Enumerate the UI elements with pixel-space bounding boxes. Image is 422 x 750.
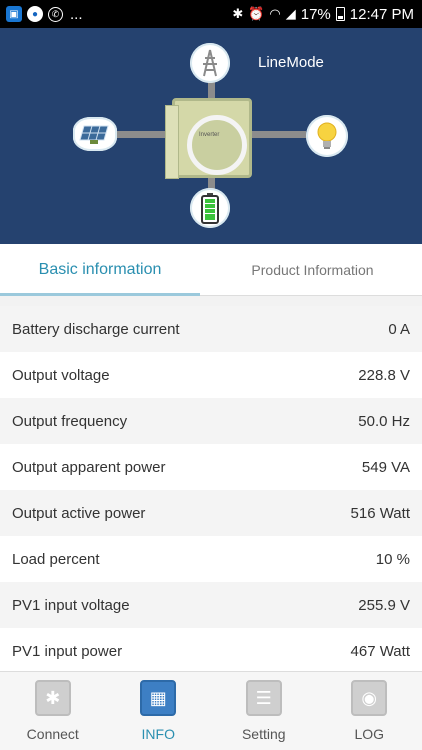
row-label: PV1 input voltage [12, 596, 130, 614]
energy-flow-diagram: Inverter LineMode [0, 28, 422, 244]
nav-label: INFO [141, 726, 175, 742]
battery-status-icon [190, 188, 230, 228]
nav-label: Connect [26, 726, 79, 742]
row-value: 516 Watt [350, 504, 410, 522]
wifi-icon: ◠ [269, 6, 281, 21]
nav-setting[interactable]: ☰ Setting [211, 672, 317, 750]
list-item: Load percent 10 % [0, 536, 422, 582]
row-label: Output active power [12, 504, 146, 522]
row-label: Load percent [12, 550, 100, 568]
list-item: PV1 input power 467 Watt [0, 628, 422, 674]
alarm-icon: ⏰ [248, 6, 265, 21]
list-item: PV1 input voltage 255.9 V [0, 582, 422, 628]
nav-label: LOG [354, 726, 385, 742]
info-chart-icon: ▦ [140, 680, 177, 716]
bottom-navigation: ✱ Connect ▦ INFO ☰ Setting ◉ LOG [0, 671, 422, 750]
row-value: 255.9 V [358, 596, 410, 614]
list-item: Battery discharge current 0 A [0, 306, 422, 352]
sliders-icon: ☰ [245, 680, 282, 716]
row-value: 467 Watt [350, 642, 410, 660]
inverter-graphic: Inverter [165, 98, 252, 179]
row-label: PV1 input power [12, 642, 123, 660]
inverter-label: Inverter [199, 132, 220, 138]
bluetooth-icon: ✱ [34, 680, 71, 716]
info-tabs: Basic information Product Information [0, 244, 422, 296]
row-value: 0 A [388, 320, 410, 338]
nav-connect[interactable]: ✱ Connect [0, 672, 106, 750]
row-label: Battery discharge current [12, 320, 180, 338]
mode-label: LineMode [258, 54, 324, 71]
row-value: 228.8 V [358, 366, 410, 384]
active-tab-indicator [0, 293, 200, 296]
solar-panel-icon [73, 117, 117, 151]
row-value: 10 % [375, 550, 410, 568]
list-item: Output apparent power 549 VA [0, 444, 422, 490]
status-bar: ▣ ● ✆ ... ✱ ⏰ ◠ ◢ 17% 12:47 PM [0, 0, 422, 28]
list-item: Output voltage 228.8 V [0, 352, 422, 398]
row-label: Output frequency [12, 412, 128, 430]
clock: 12:47 PM [349, 5, 414, 23]
row-value: 50.0 Hz [358, 412, 410, 430]
row-label: Output apparent power [12, 458, 166, 476]
tab-product-information[interactable]: Product Information [210, 244, 415, 296]
nav-log[interactable]: ◉ LOG [317, 672, 422, 750]
signal-icon: ◢ [285, 6, 296, 21]
grid-tower-icon [190, 43, 230, 83]
tab-basic-information[interactable]: Basic information [0, 244, 200, 296]
nav-info[interactable]: ▦ INFO [106, 672, 212, 750]
overflow-indicator: ... [70, 5, 83, 23]
log-icon: ◉ [351, 680, 388, 716]
row-value: 549 VA [361, 458, 410, 476]
battery-percent: 17% [300, 5, 331, 23]
whatsapp-icon: ✆ [48, 6, 63, 22]
bluetooth-icon: ✱ [232, 6, 244, 21]
info-list: Battery discharge current 0 A Output vol… [0, 306, 422, 674]
list-item: Output frequency 50.0 Hz [0, 398, 422, 444]
gallery-icon: ▣ [6, 6, 22, 22]
battery-icon [335, 7, 345, 21]
light-bulb-icon [306, 115, 348, 157]
app-icon: ● [27, 6, 43, 22]
list-item: Output active power 516 Watt [0, 490, 422, 536]
nav-label: Setting [241, 726, 286, 742]
row-label: Output voltage [12, 366, 110, 384]
flow-line-right [248, 131, 306, 138]
